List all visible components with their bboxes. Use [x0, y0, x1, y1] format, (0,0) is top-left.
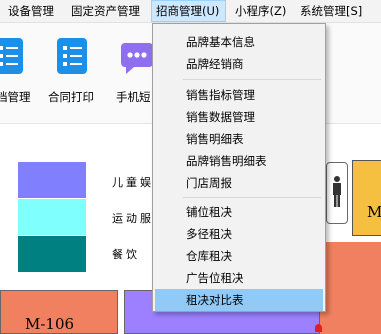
marker-icon: [315, 324, 322, 332]
menu-item-multi-path-lease[interactable]: 多径租决: [155, 223, 323, 245]
legend-label-dining: 餐饮: [112, 248, 140, 261]
leasing-management-dropdown: 品牌基本信息 品牌经销商 销售指标管理 销售数据管理 销售明细表 品牌销售明细表…: [152, 23, 326, 312]
menu-item-warehouse-lease[interactable]: 仓库租决: [155, 245, 323, 267]
menu-item-brand-info[interactable]: 品牌基本信息: [155, 31, 323, 53]
legend-swatch-kids-entertainment: [18, 162, 86, 198]
menu-device-management[interactable]: 设备管理: [8, 0, 54, 22]
chat-bubble-icon: [120, 41, 154, 78]
document-list-icon: [56, 37, 88, 78]
shop-block-label: M-106: [25, 315, 75, 333]
shop-block-label: M: [367, 203, 381, 221]
sms-button[interactable]: 手机短: [114, 23, 154, 123]
archive-management-button[interactable]: 档管理: [0, 23, 32, 123]
menu-item-lease-comparison-report[interactable]: 租决对比表: [155, 289, 323, 311]
menu-separator: [183, 79, 321, 80]
menu-fixed-asset-management[interactable]: 固定资产管理: [71, 0, 140, 22]
document-list-icon: [0, 37, 24, 78]
shop-block-m-partial[interactable]: M: [352, 160, 381, 236]
sms-label: 手机短: [116, 90, 151, 104]
shop-block-m-106[interactable]: M-106: [0, 290, 118, 334]
shop-block-lower-right[interactable]: [320, 242, 381, 334]
legend-swatch-dining: [18, 236, 86, 272]
menu-mini-program[interactable]: 小程序(Z): [235, 0, 286, 22]
menu-separator: [183, 197, 321, 198]
person-icon: [333, 176, 341, 207]
contract-print-button[interactable]: 合同打印: [48, 23, 104, 123]
menu-item-store-weekly-report[interactable]: 门店周报: [155, 172, 323, 194]
menu-system-management[interactable]: 系统管理[S]: [300, 0, 362, 22]
menu-item-ad-space-lease[interactable]: 广告位租决: [155, 267, 323, 289]
menu-item-sales-data-management[interactable]: 销售数据管理: [155, 106, 323, 128]
menu-item-brand-distributor[interactable]: 品牌经销商: [155, 53, 323, 75]
menu-leasing-management[interactable]: 招商管理(U): [151, 0, 226, 22]
legend-swatch-sportswear: [18, 199, 86, 235]
contract-print-label: 合同打印: [48, 90, 94, 104]
menu-item-brand-sales-detail-report[interactable]: 品牌销售明细表: [155, 150, 323, 172]
menu-item-sales-detail-report[interactable]: 销售明细表: [155, 128, 323, 150]
menu-bar: 设备管理 固定资产管理 招商管理(U) 小程序(Z) 系统管理[S]: [0, 0, 381, 23]
menu-item-sales-target-management[interactable]: 销售指标管理: [155, 84, 323, 106]
restroom-sign: [326, 162, 348, 224]
archive-management-label: 档管理: [0, 90, 31, 104]
menu-item-shop-lease[interactable]: 铺位租决: [155, 201, 323, 223]
